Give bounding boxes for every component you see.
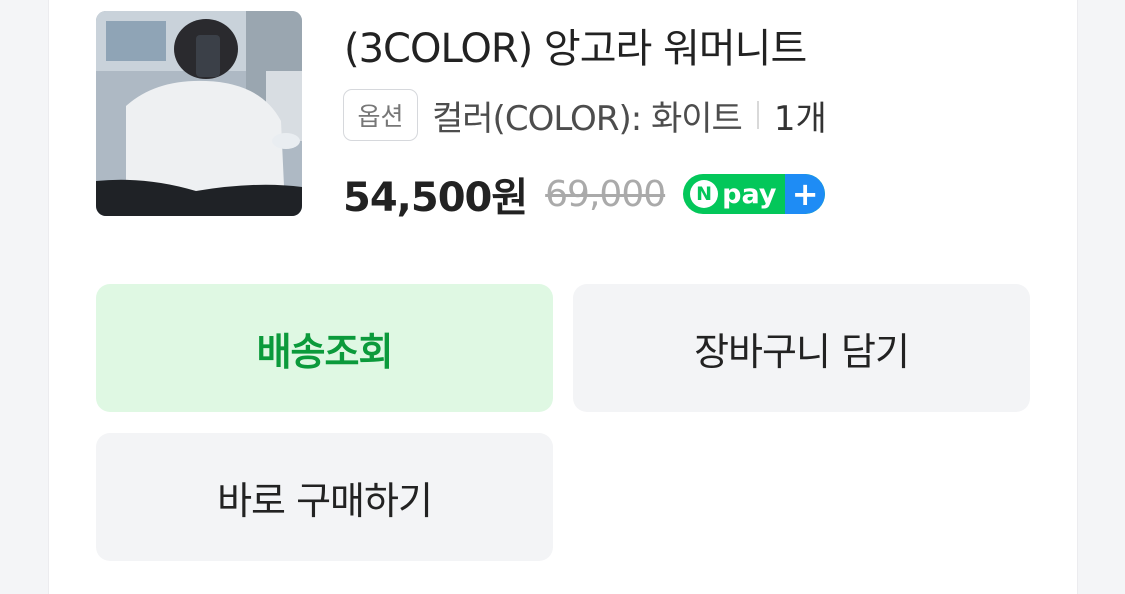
track-delivery-button[interactable]: 배송조회 (96, 284, 553, 412)
option-row: 옵션 컬러(COLOR): 화이트 1개 (343, 89, 827, 141)
price-row: 54,500원 69,000 N pay + (343, 166, 826, 222)
option-divider (756, 101, 759, 129)
option-badge: 옵션 (343, 89, 418, 141)
product-title[interactable]: (3COLOR) 앙고라 워머니트 (344, 16, 807, 74)
npay-plus-badge: N pay + (683, 174, 826, 214)
product-thumbnail[interactable] (96, 11, 302, 216)
product-photo (96, 11, 302, 216)
sale-price: 54,500원 (343, 175, 528, 221)
option-value: 컬러(COLOR): 화이트 (432, 98, 743, 139)
option-quantity: 1개 (773, 98, 827, 139)
buy-now-button[interactable]: 바로 구매하기 (96, 433, 553, 561)
naver-n-icon: N (690, 180, 719, 208)
npay-label: pay (722, 178, 777, 210)
add-to-cart-button[interactable]: 장바구니 담기 (573, 284, 1030, 412)
original-price: 69,000 (545, 173, 666, 215)
plus-icon: + (785, 174, 826, 214)
